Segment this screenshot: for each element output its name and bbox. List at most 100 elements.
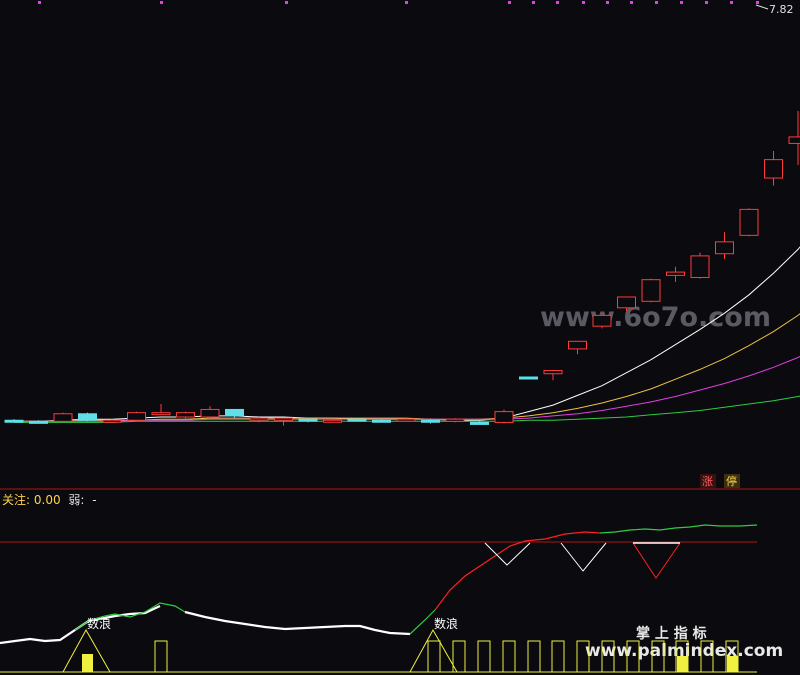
- top-dot-12: [705, 1, 708, 4]
- candle-body-32: [788, 136, 800, 144]
- candle-body-11: [274, 417, 293, 421]
- candle-7: [176, 411, 195, 420]
- top-period-markers: [38, 1, 759, 4]
- candle-body-0: [4, 419, 24, 423]
- indicator-weak-value: -: [92, 493, 97, 507]
- wave-triangle-2: [409, 628, 458, 673]
- top-dot-2: [285, 1, 288, 4]
- candle-2: [53, 412, 73, 423]
- candle-body-5: [127, 412, 146, 421]
- candle-body-13: [323, 419, 342, 423]
- signal-triangle-1: [484, 542, 531, 566]
- candle-body-30: [739, 208, 759, 236]
- wave-annotation-1: 数浪: [87, 616, 111, 631]
- candle-27: [666, 266, 685, 282]
- limit-up-badges: 涨 停: [700, 474, 740, 488]
- indicator-value: 0.00: [33, 493, 61, 507]
- candle-body-22: [543, 370, 563, 375]
- step-bar-4: [502, 640, 516, 673]
- top-dot-7: [582, 1, 585, 4]
- candle-body-27: [666, 271, 685, 276]
- candle-body-8: [200, 408, 220, 418]
- candle-body-7: [176, 412, 195, 418]
- oscillator-white-segment-2: [184, 610, 411, 636]
- signal-triangle-2: [560, 542, 607, 572]
- badge-zhang: 涨: [702, 475, 713, 488]
- top-dot-4: [508, 1, 511, 4]
- candle-body-29: [715, 241, 734, 255]
- candle-body-15: [372, 419, 391, 423]
- last-price-marker: 7.82: [755, 3, 794, 16]
- candle-26: [641, 278, 661, 303]
- step-bar-0: [154, 640, 168, 673]
- candle-6: [151, 404, 171, 416]
- candle-17: [421, 419, 440, 424]
- candle-body-17: [421, 419, 440, 423]
- oscillator-white-segment: [0, 605, 161, 645]
- last-price-arrow-icon: [755, 4, 769, 10]
- candle-22: [543, 370, 563, 381]
- watermark-caption: 掌 上 指 标: [636, 625, 707, 642]
- oscillator-green-segment-2: [409, 609, 436, 635]
- candle-9: [225, 408, 244, 419]
- candle-body-24: [592, 314, 612, 327]
- candle-body-31: [764, 159, 783, 179]
- candle-body-14: [347, 418, 367, 422]
- indicator-weak-label: 弱:: [68, 493, 85, 507]
- candle-11: [274, 417, 293, 426]
- top-dot-3: [405, 1, 408, 4]
- candle-3: [78, 412, 97, 422]
- candle-body-20: [494, 411, 514, 423]
- step-bar-1: [427, 640, 441, 673]
- candle-30: [739, 208, 759, 237]
- candle-body-16: [396, 418, 416, 422]
- candle-body-28: [690, 255, 710, 279]
- candlestick-series: [4, 110, 800, 426]
- candle-body-6: [151, 412, 171, 416]
- candle-body-12: [298, 418, 318, 422]
- candle-body-26: [641, 279, 661, 302]
- wave-annotation-2: 数浪: [434, 616, 458, 631]
- candle-20: [494, 409, 514, 424]
- candle-21: [519, 376, 538, 380]
- top-dot-11: [680, 1, 683, 4]
- step-bar-6: [551, 640, 565, 673]
- candle-body-4: [102, 419, 122, 423]
- top-dot-14: [756, 1, 759, 4]
- top-dot-6: [556, 1, 559, 4]
- candle-24: [592, 314, 612, 329]
- candle-body-23: [568, 340, 587, 350]
- candle-14: [347, 418, 367, 422]
- candle-body-25: [617, 296, 636, 309]
- stock-chart: www.6o7o.com 掌 上 指 标 www.palmindex.com 7…: [0, 1, 800, 673]
- oscillator-green-segment-3: [599, 524, 758, 534]
- candle-8: [200, 406, 220, 419]
- candle-body-3: [78, 413, 97, 421]
- candle-body-19: [470, 421, 489, 425]
- candle-32: [788, 110, 800, 166]
- candle-body-1: [29, 420, 48, 424]
- candle-body-2: [53, 413, 73, 422]
- top-dot-8: [606, 1, 609, 4]
- top-dot-10: [655, 1, 658, 4]
- candle-18: [445, 418, 465, 423]
- candle-5: [127, 411, 146, 422]
- signal-block-3: [727, 656, 738, 672]
- indicator-title: 关注:: [2, 493, 31, 507]
- last-price-label: 7.82: [769, 3, 794, 16]
- candle-23: [568, 340, 587, 355]
- signal-block-2: [677, 656, 688, 672]
- candle-0: [4, 419, 24, 423]
- candle-31: [764, 150, 783, 186]
- oscillator-red-segment: [434, 531, 601, 611]
- indicator-legend: 关注: 0.00 弱: -: [2, 491, 97, 508]
- signal-triangle-3: [632, 542, 681, 579]
- candle-body-18: [445, 418, 465, 422]
- top-dot-9: [630, 1, 633, 4]
- top-dot-1: [160, 1, 163, 4]
- top-dot-5: [532, 1, 535, 4]
- top-dot-13: [730, 1, 733, 4]
- candle-body-21: [519, 376, 538, 380]
- top-dot-0: [38, 1, 41, 4]
- step-bar-3: [477, 640, 491, 673]
